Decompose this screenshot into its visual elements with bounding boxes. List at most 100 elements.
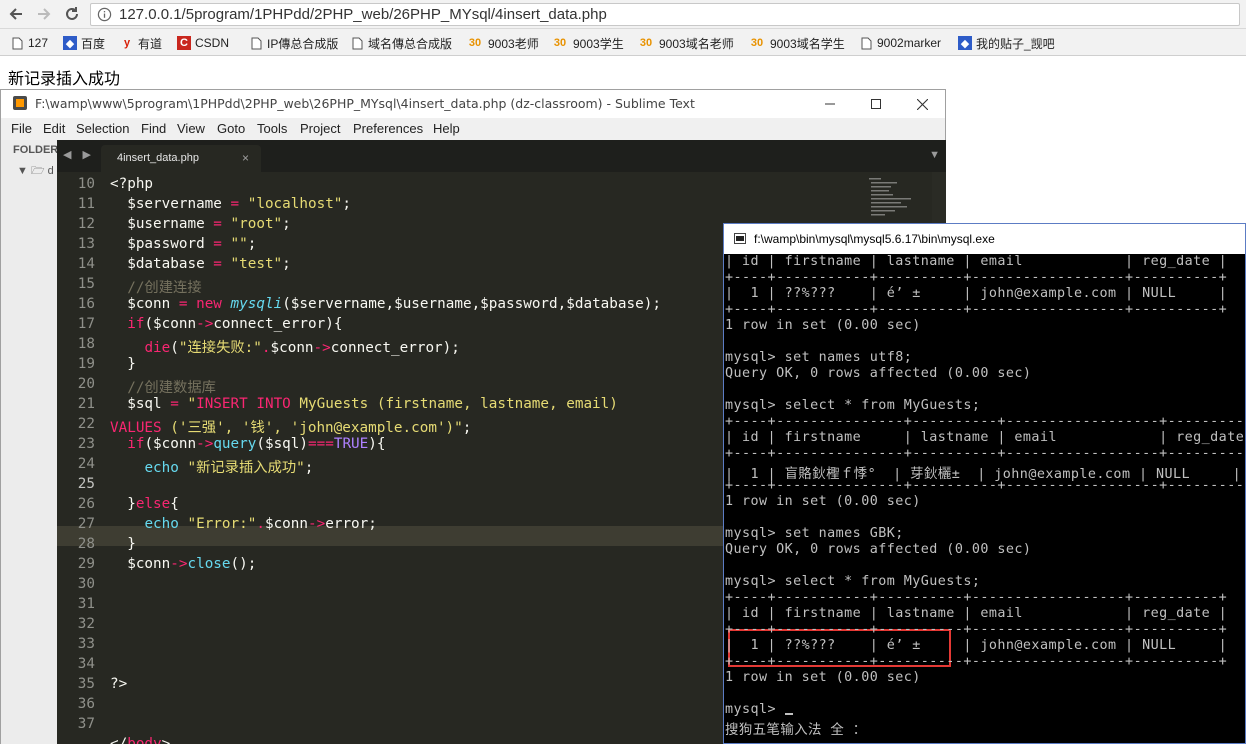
code-line: ?> — [110, 676, 128, 692]
reload-button[interactable] — [60, 2, 84, 26]
console-line: | id | firstname | lastname | email | re… — [725, 430, 1245, 445]
tab-nav-arrows-icon[interactable]: ◀ ▶ — [63, 148, 95, 161]
code-line: echo "新记录插入成功"; — [144, 460, 314, 476]
line-number: 26 — [77, 496, 95, 512]
code-line: //创建数据库 — [127, 380, 216, 396]
bookmark-item[interactable]: 9002marker — [859, 34, 941, 52]
browser-toolbar: 127.0.0.1/5program/1PHPdd/2PHP_web/26PHP… — [0, 0, 1246, 29]
bookmark-item[interactable]: ◆ 百度 — [63, 34, 105, 52]
console-line: 搜狗五笔输入法 全 ： — [725, 723, 867, 738]
menu-item-preferences[interactable]: Preferences — [353, 121, 423, 136]
code-line: if($conn->query($sql)===TRUE){ — [127, 436, 386, 452]
address-bar[interactable]: 127.0.0.1/5program/1PHPdd/2PHP_web/26PHP… — [90, 3, 1240, 26]
bookmark-label: 9003老师 — [488, 36, 539, 51]
sublime-titlebar: F:\wamp\www\5program\1PHPdd\2PHP_web\26P… — [1, 90, 945, 118]
page-icon — [249, 36, 263, 50]
arrow-left-icon — [9, 8, 22, 20]
menu-item-help[interactable]: Help — [433, 121, 460, 136]
back-button[interactable] — [4, 2, 28, 26]
code-line: $conn = new mysqli($servername,$username… — [127, 296, 661, 312]
console-line: +----+---------------+----------+-------… — [725, 446, 1245, 461]
close-button[interactable] — [899, 90, 945, 118]
maximize-button[interactable] — [853, 90, 899, 118]
tab-close-icon[interactable]: × — [242, 151, 249, 165]
menu-item-find[interactable]: Find — [141, 121, 166, 136]
bookmark-item[interactable]: 127 — [10, 34, 48, 52]
console-title: f:\wamp\bin\mysql\mysql5.6.17\bin\mysql.… — [754, 232, 995, 246]
menu-item-file[interactable]: File — [11, 121, 32, 136]
line-number: 33 — [77, 636, 95, 652]
bookmark-label: 我的贴子_觊吧 — [976, 36, 1055, 51]
folder30-icon: 30 — [750, 37, 764, 49]
youdao-icon: y — [123, 37, 131, 49]
line-number: 31 — [77, 596, 95, 612]
minimap[interactable] — [867, 176, 917, 221]
tab-label: 4insert_data.php — [117, 152, 199, 164]
console-line: | 1 | ??%??? | é’ ± | john@example.com |… — [725, 638, 1228, 653]
minimize-button[interactable] — [807, 90, 853, 118]
bookmark-label: 9003学生 — [573, 36, 624, 51]
console-line: mysql> select * from MyGuests; — [725, 574, 981, 589]
console-titlebar: f:\wamp\bin\mysql\mysql5.6.17\bin\mysql.… — [724, 224, 1245, 254]
line-number: 20 — [77, 376, 95, 392]
line-number: 21 — [77, 396, 95, 412]
minimize-icon — [825, 103, 835, 105]
console-line: 1 row in set (0.00 sec) — [725, 494, 921, 509]
bookmark-item[interactable]: y 有道 — [120, 34, 162, 52]
bookmark-item[interactable]: 30 9003域名学生 — [748, 34, 845, 52]
console-line: Query OK, 0 rows affected (0.00 sec) — [725, 542, 1032, 557]
console-line: | id | firstname | lastname | email | re… — [725, 606, 1228, 621]
line-number: 22 — [77, 416, 95, 432]
bookmarks-bar: 127 ◆ 百度 y 有道 C CSDN IP傳总合成版 域名傳总合成版 30 9003老师 30 90… — [0, 29, 1246, 56]
bookmark-item[interactable]: 30 9003学生 — [551, 34, 624, 52]
sidebar-tree-root[interactable]: ▼ 🗁 d — [17, 162, 54, 181]
page-icon — [350, 36, 364, 50]
console-line: +----+-----------+----------+-----------… — [725, 302, 1228, 317]
code-line: $password = ""; — [127, 236, 257, 252]
sublime-app-icon — [13, 96, 27, 110]
page-message: 新记录插入成功 — [8, 69, 121, 88]
bookmark-item[interactable]: ◆ 我的贴子_觊吧 — [958, 34, 1055, 52]
line-number: 29 — [77, 556, 95, 572]
page-icon — [859, 36, 873, 50]
bookmark-label: 域名傳总合成版 — [368, 36, 453, 51]
menu-item-edit[interactable]: Edit — [43, 121, 65, 136]
mysql-console-window[interactable]: f:\wamp\bin\mysql\mysql5.6.17\bin\mysql.… — [723, 223, 1246, 744]
line-number: 37 — [77, 716, 95, 732]
sidebar-folders-label: FOLDER — [13, 144, 59, 156]
line-number: 13 — [77, 236, 95, 252]
code-line: die("连接失败:".$conn->connect_error); — [144, 340, 460, 356]
bookmark-item[interactable]: C CSDN — [177, 34, 229, 52]
console-line: mysql> — [725, 702, 793, 717]
code-line: }else{ — [110, 496, 179, 512]
console-line: +----+-----------+----------+-----------… — [725, 590, 1228, 605]
bookmark-item[interactable]: 30 9003域名老师 — [637, 34, 734, 52]
forward-button[interactable] — [32, 2, 56, 26]
code-line: $username = "root"; — [127, 216, 291, 232]
menu-item-view[interactable]: View — [177, 121, 205, 136]
line-number: 12 — [77, 216, 95, 232]
line-number: 36 — [77, 696, 95, 712]
console-line: | id | firstname | lastname | email | re… — [725, 254, 1228, 269]
line-number: 23 — [77, 436, 95, 452]
bookmark-item[interactable]: 域名傳总合成版 — [350, 34, 452, 52]
code-line: $sql = "INSERT INTO MyGuests (firstname,… — [127, 396, 618, 412]
sublime-menubar: File Edit Selection Find View Goto Tools Projec… — [1, 118, 945, 140]
menu-item-tools[interactable]: Tools — [257, 121, 287, 136]
code-line: $conn->close(); — [127, 556, 257, 572]
console-output[interactable]: | id | firstname | lastname | email | re… — [724, 254, 1245, 743]
menu-item-goto[interactable]: Goto — [217, 121, 245, 136]
menu-item-project[interactable]: Project — [300, 121, 340, 136]
code-line: <?php — [110, 176, 154, 192]
code-line: } — [110, 536, 136, 552]
bookmark-item[interactable]: IP傳总合成版 — [249, 34, 338, 52]
tab-4insert-data[interactable]: 4insert_data.php × — [101, 145, 261, 172]
line-number: 16 — [77, 296, 95, 312]
paw-icon: ◆ — [958, 36, 972, 50]
csdn-icon: C — [177, 36, 191, 50]
folder30-icon: 30 — [553, 37, 567, 49]
bookmark-item[interactable]: 30 9003老师 — [466, 34, 539, 52]
tab-dropdown-icon[interactable]: ▼ — [929, 149, 940, 161]
info-icon[interactable] — [97, 7, 112, 27]
menu-item-selection[interactable]: Selection — [76, 121, 129, 136]
